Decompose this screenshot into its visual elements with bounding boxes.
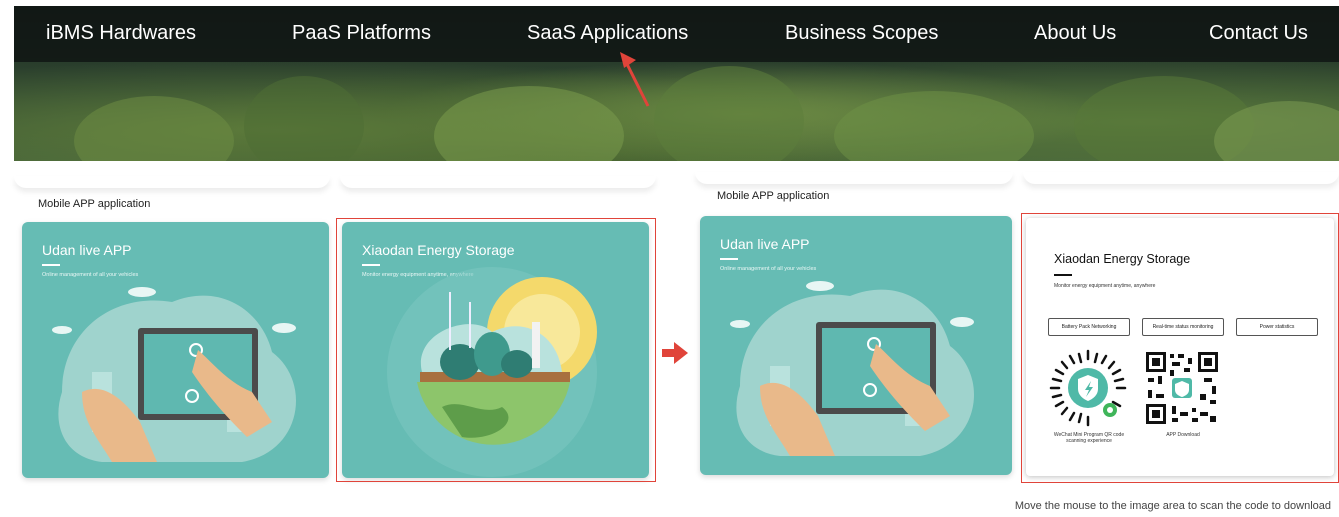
tablet-hand-illustration bbox=[52, 287, 296, 462]
right-app-panel: Mobile APP application Udan live APP Onl… bbox=[695, 180, 1339, 485]
left-app-panel: Mobile APP application Udan live APP Onl… bbox=[14, 180, 664, 490]
section-label: Mobile APP application bbox=[717, 190, 830, 202]
nav-contact-us[interactable]: Contact Us bbox=[1209, 22, 1308, 45]
udan-live-app-card[interactable]: Udan live APP Online management of all y… bbox=[22, 222, 329, 478]
right-arrow-icon bbox=[662, 342, 688, 364]
hover-hint-text: Move the mouse to the image area to scan… bbox=[1014, 500, 1331, 512]
hero-banner: iBMS Hardwares PaaS Platforms SaaS Appli… bbox=[14, 6, 1339, 161]
top-navigation: iBMS Hardwares PaaS Platforms SaaS Appli… bbox=[14, 6, 1339, 62]
nav-business-scopes[interactable]: Business Scopes bbox=[785, 22, 938, 45]
highlight-frame bbox=[1021, 213, 1339, 483]
nav-about-us[interactable]: About Us bbox=[1034, 22, 1116, 45]
highlight-frame bbox=[336, 218, 656, 482]
nav-saas-applications[interactable]: SaaS Applications bbox=[527, 22, 688, 45]
nav-paas-platforms[interactable]: PaaS Platforms bbox=[292, 22, 431, 45]
nav-ibms-hardwares[interactable]: iBMS Hardwares bbox=[46, 22, 196, 45]
section-label: Mobile APP application bbox=[38, 198, 151, 210]
tablet-hand-illustration bbox=[730, 281, 974, 456]
pointer-arrow-icon bbox=[620, 52, 650, 107]
udan-live-app-card[interactable]: Udan live APP Online management of all y… bbox=[700, 216, 1012, 475]
